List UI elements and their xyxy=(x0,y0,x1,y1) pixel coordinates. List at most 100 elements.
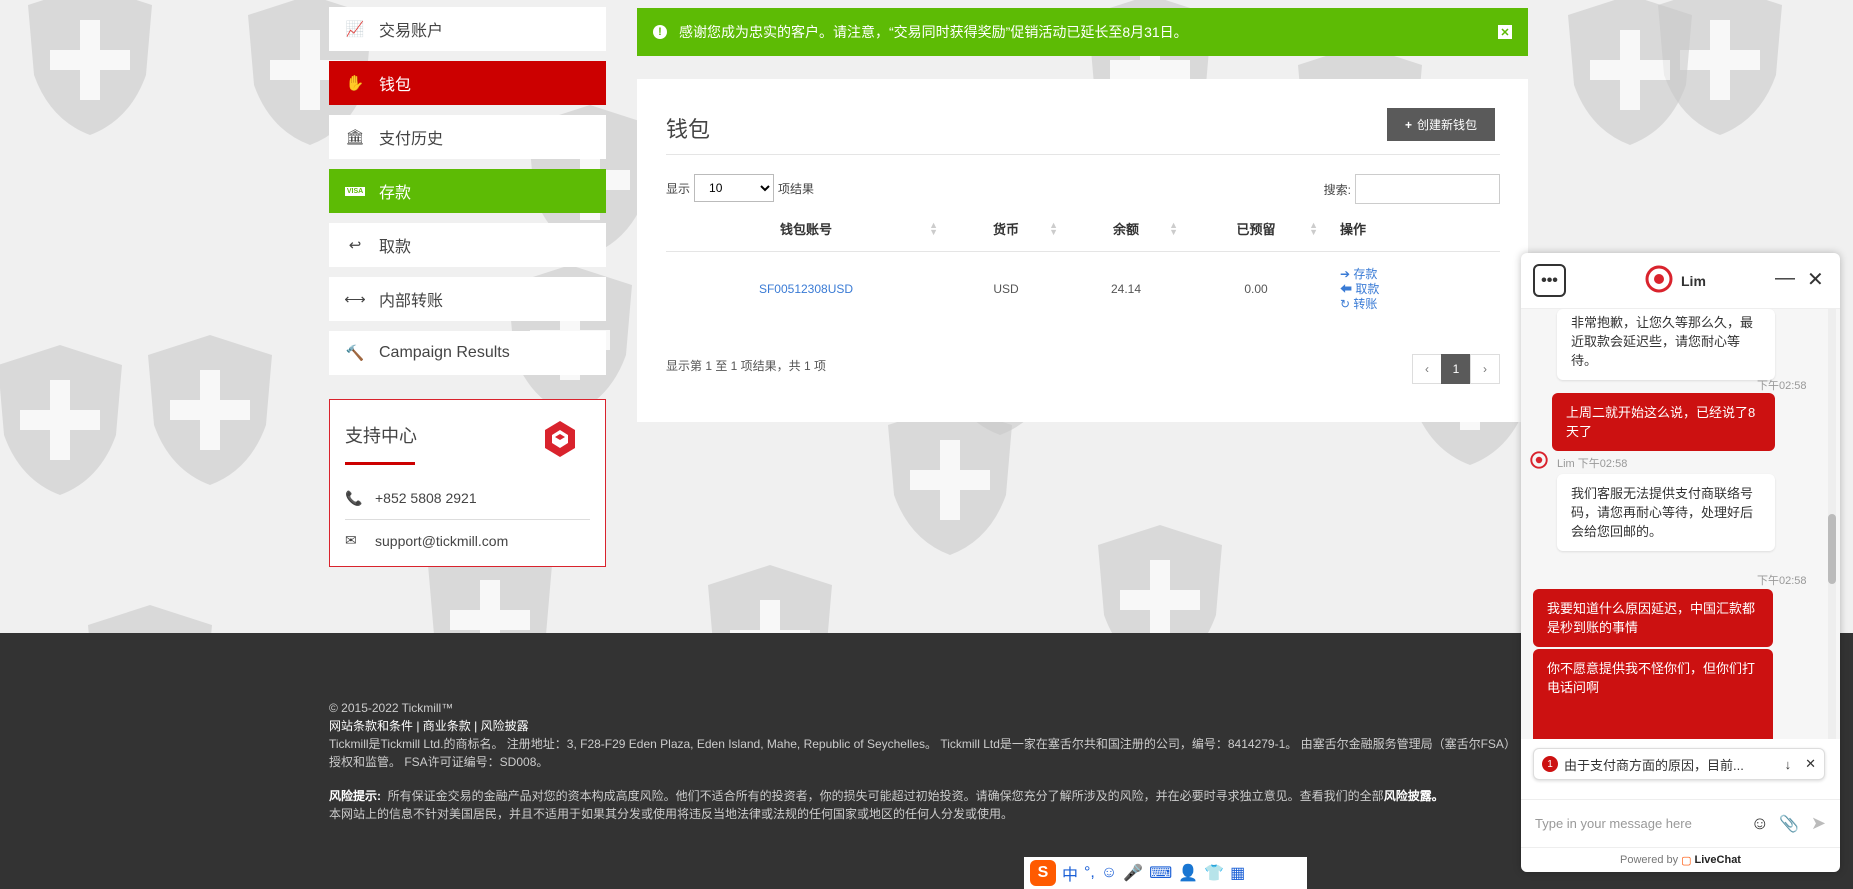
watermark-shield-icon xyxy=(1650,0,1790,140)
notice-text: 感谢您成为忠实的客户。请注意，“交易同时获得奖励”促销活动已延长至8月31日。 xyxy=(679,24,1188,40)
chat-widget: ••• Lim — ✕ 非常抱歉，让您久等那么久，最近取款会延迟些，请您耐心等待… xyxy=(1521,253,1840,872)
refresh-icon: ↻ xyxy=(1340,296,1351,311)
livechat-logo-icon: ▢ xyxy=(1681,854,1692,867)
more-options-icon[interactable]: ••• xyxy=(1533,264,1566,297)
search-input[interactable] xyxy=(1355,174,1500,204)
close-icon[interactable]: ✕ xyxy=(1807,267,1824,292)
sidebar-item-label: 存款 xyxy=(379,185,412,202)
results-label: 项结果 xyxy=(778,181,815,196)
sidebar-item-wallet[interactable]: ✋ 钱包 xyxy=(329,61,606,105)
page-size-select[interactable]: 10 xyxy=(694,174,775,202)
chart-icon: 📈 xyxy=(345,21,365,38)
attachment-icon[interactable]: 📎 xyxy=(1779,814,1799,834)
sidebar-item-label: 钱包 xyxy=(379,77,412,94)
show-label: 显示 xyxy=(666,181,691,196)
send-icon[interactable]: ➤ xyxy=(1811,813,1826,834)
message-bubble: 上周二就开始这么说，已经说了8天了 xyxy=(1552,393,1775,451)
sidebar: 📈 交易账户 ✋ 钱包 🏛 支付历史 VISA 存款 ↩ 取款 ⟷ 内部转账 🔨 Campai… xyxy=(329,7,606,567)
message-bubble: 你不愿意提供我不怪你们，但你们打电话问啊 xyxy=(1533,649,1773,739)
chat-messages: 非常抱歉，让您久等那么久，最近取款会延迟些，请您耐心等待。 下午02:58 上周… xyxy=(1521,309,1840,739)
emoji-icon[interactable]: ☺ xyxy=(1101,864,1117,882)
table-info: 显示第 1 至 1 项结果，共 1 项 xyxy=(666,359,827,373)
withdraw-link[interactable]: ⬅ 取款 xyxy=(1340,282,1500,297)
sidebar-item-withdraw[interactable]: ↩ 取款 xyxy=(329,223,606,267)
agent-name: Lim xyxy=(1681,272,1706,289)
sidebar-item-payment-history[interactable]: 🏛 支付历史 xyxy=(329,115,606,159)
risk-warning: 风险提示: 所有保证金交易的金融产品对您的资本构成高度风险。他们不适合所有的投资… xyxy=(329,787,1519,805)
risk-label: 风险提示: xyxy=(329,789,381,803)
page-title: 钱包 xyxy=(666,117,711,142)
minimize-icon[interactable]: — xyxy=(1775,267,1795,290)
col-reserved[interactable]: 已预留 ▲ ▼ xyxy=(1186,207,1326,252)
arrow-down-icon[interactable]: ↓ xyxy=(1785,757,1792,772)
user-icon[interactable]: 👤 xyxy=(1178,863,1198,883)
message-placeholder: Type in your message here xyxy=(1535,816,1692,831)
message-bubble: 我们客服无法提供支付商联络号码，请您再耐心等待，处理好后会给您回邮的。 xyxy=(1557,474,1775,551)
microphone-icon[interactable]: 🎤 xyxy=(1123,863,1143,883)
col-label: 已预留 xyxy=(1236,222,1276,238)
table-row: SF00512308USD USD 24.14 0.00 ➔ 存款 ⬅ 取款 ↻… xyxy=(666,251,1500,327)
envelope-icon: ✉ xyxy=(345,532,357,548)
grid-icon[interactable]: ▦ xyxy=(1230,863,1245,883)
close-icon[interactable]: ✕ xyxy=(1498,25,1512,39)
sidebar-item-internal-transfer[interactable]: ⟷ 内部转账 xyxy=(329,277,606,321)
message-input[interactable]: Type in your message here ☺ 📎 ➤ xyxy=(1521,799,1840,847)
col-currency[interactable]: 货币 ▲ ▼ xyxy=(946,207,1066,252)
footer-links[interactable]: 网站条款和条件 | 商业条款 | 风险披露 xyxy=(329,717,1519,735)
legal-text: Tickmill是Tickmill Ltd.的商标名。 注册地址：3, F28-… xyxy=(329,737,1516,769)
wallet-icon: ✋ xyxy=(345,75,365,92)
new-message-notification[interactable]: 1 由于支付商方面的原因，目前... ↓ ✕ xyxy=(1533,748,1825,780)
sidebar-item-campaign-results[interactable]: 🔨 Campaign Results xyxy=(329,331,606,375)
next-page-button[interactable]: › xyxy=(1470,354,1500,384)
risk-text: 所有保证金交易的金融产品对您的资本构成高度风险。他们不适合所有的投资者，你的损失… xyxy=(387,789,1384,803)
watermark-shield-icon xyxy=(880,400,1020,560)
col-account[interactable]: 钱包账号 ▲ ▼ xyxy=(666,207,946,252)
agent-avatar-icon xyxy=(1645,265,1673,296)
wallet-panel: 钱包 + 创建新钱包 显示 10 项结果 搜索: 钱包账号 ▲ ▼ 货币 ▲ ▼ 余额 ▲ ▼… xyxy=(637,79,1528,422)
create-wallet-button[interactable]: + 创建新钱包 xyxy=(1387,108,1495,141)
support-email[interactable]: ✉ support@tickmill.com xyxy=(345,519,590,561)
prev-page-button[interactable]: ‹ xyxy=(1412,354,1442,384)
deposit-label: 存款 xyxy=(1353,266,1378,281)
close-icon[interactable]: ✕ xyxy=(1805,756,1816,772)
sidebar-item-trading-accounts[interactable]: 📈 交易账户 xyxy=(329,7,606,51)
visa-card-icon: VISA xyxy=(344,186,366,196)
chat-header: ••• Lim — ✕ xyxy=(1521,253,1840,309)
sort-icon: ▲ ▼ xyxy=(929,220,938,237)
ime-toolbar: S 中 °, ☺ 🎤 ⌨ 👤 👕 ▦ xyxy=(1024,857,1307,889)
transfer-link[interactable]: ↻ 转账 xyxy=(1340,297,1500,312)
us-notice: 本网站上的信息不针对美国居民，并且不适用于如果其分发或使用将违反当地法律或法规的… xyxy=(329,807,1014,821)
deposit-link[interactable]: ➔ 存款 xyxy=(1340,267,1500,282)
exclamation-icon: ! xyxy=(653,25,667,39)
circle-arrow-right-icon: ➔ xyxy=(1340,266,1351,281)
risk-disclosure-link[interactable]: 风险披露 xyxy=(1384,789,1432,803)
livechat-brand[interactable]: LiveChat xyxy=(1695,854,1741,866)
risk-end: 。 xyxy=(1431,789,1444,803)
plus-icon: + xyxy=(1404,117,1412,132)
watermark-shield-icon xyxy=(20,0,160,140)
currency-cell: USD xyxy=(993,282,1019,297)
message-bubble: 非常抱歉，让您久等那么久，最近取款会延迟些，请您耐心等待。 xyxy=(1557,309,1775,380)
transfer-arrows-icon: ⟷ xyxy=(344,291,366,308)
phone-icon: 📞 xyxy=(345,489,363,506)
account-link[interactable]: SF00512308USD xyxy=(666,251,946,327)
sogou-logo-icon[interactable]: S xyxy=(1030,860,1056,886)
ime-chinese-mode[interactable]: 中 xyxy=(1062,861,1078,885)
notification-count: 1 xyxy=(1542,756,1558,772)
watermark-shield-icon xyxy=(0,340,130,500)
circle-arrow-left-icon: ⬅ xyxy=(1340,281,1353,296)
watermark-shield-icon xyxy=(1560,0,1700,150)
promo-notice: ! 感谢您成为忠实的客户。请注意，“交易同时获得奖励”促销活动已延长至8月31日… xyxy=(637,8,1528,56)
keyboard-icon[interactable]: ⌨ xyxy=(1149,863,1172,883)
emoji-icon[interactable]: ☺ xyxy=(1751,813,1769,834)
balance-cell: 24.14 xyxy=(1110,282,1142,297)
create-wallet-label: 创建新钱包 xyxy=(1417,118,1478,132)
sidebar-item-deposit[interactable]: VISA 存款 xyxy=(329,169,606,213)
ime-punctuation[interactable]: °, xyxy=(1084,864,1095,882)
col-balance[interactable]: 余额 ▲ ▼ xyxy=(1066,207,1186,252)
skin-icon[interactable]: 👕 xyxy=(1204,863,1224,883)
title-underline xyxy=(345,462,415,465)
chat-scrollbar[interactable] xyxy=(1828,309,1836,739)
support-phone[interactable]: 📞 +852 5808 2921 xyxy=(345,477,590,519)
page-button[interactable]: 1 xyxy=(1441,354,1471,384)
